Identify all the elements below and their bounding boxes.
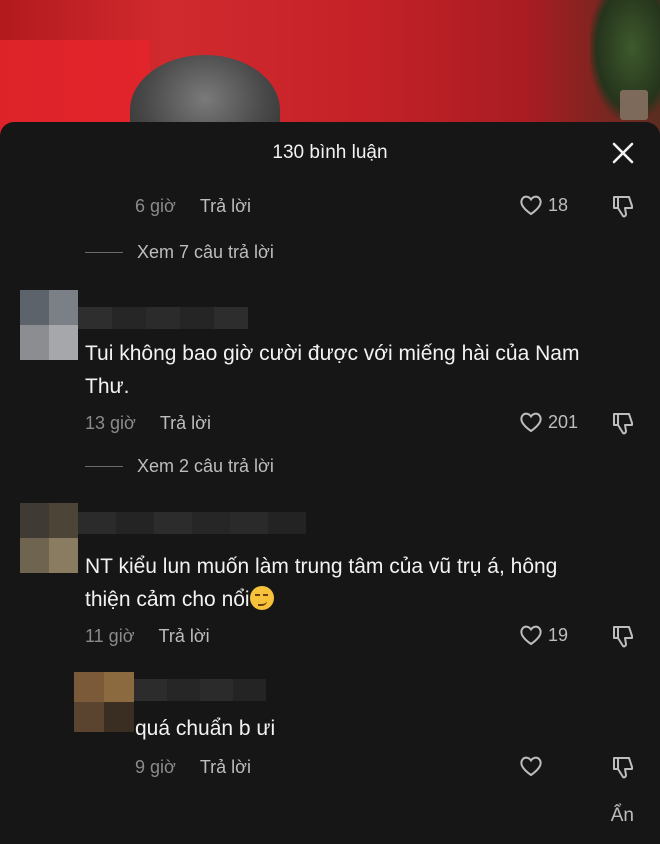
hide-replies-button[interactable]: Ẩn <box>611 805 634 827</box>
comment-line: Tui không bao giờ cười được với miếng hà… <box>85 342 580 365</box>
comment-time: 6 giờ <box>135 195 176 216</box>
divider-line <box>85 465 123 468</box>
view-replies-button[interactable]: Xem 2 câu trả lời <box>85 456 274 477</box>
like-count: 201 <box>548 411 579 432</box>
comment-text: NT kiểu lun muốn làm trung tâm của vũ tr… <box>85 550 557 616</box>
comments-sheet: 130 bình luận 6 giờ Trả lời 18 Xem 7 câu… <box>0 122 660 844</box>
comment-time: 9 giờ <box>135 756 176 777</box>
comment-meta: 6 giờ Trả lời <box>135 192 251 220</box>
view-replies-label: Xem 7 câu trả lời <box>137 242 274 262</box>
comment-time: 11 giờ <box>85 625 135 646</box>
reply-button[interactable]: Trả lời <box>160 413 211 434</box>
comment-line-text: thiện cảm cho nổi <box>85 588 250 611</box>
like-button[interactable] <box>518 754 544 778</box>
reply-button[interactable]: Trả lời <box>200 196 251 217</box>
heart-icon <box>520 195 542 216</box>
comment-meta: 11 giờ Trả lời <box>85 622 210 650</box>
comment-time: 13 giờ <box>85 412 136 433</box>
dislike-icon[interactable] <box>610 624 636 650</box>
heart-icon <box>520 412 542 433</box>
heart-icon <box>520 625 542 646</box>
dislike-icon[interactable] <box>610 411 636 437</box>
comment-count-title: 130 bình luận <box>272 142 388 163</box>
like-button[interactable]: 19 <box>518 623 568 647</box>
like-button[interactable]: 201 <box>518 410 578 434</box>
username-blurred[interactable] <box>78 512 306 534</box>
comment-line: NT kiểu lun muốn làm trung tâm của vũ tr… <box>85 555 558 578</box>
avatar[interactable] <box>74 672 134 732</box>
view-replies-button[interactable]: Xem 7 câu trả lời <box>85 242 274 263</box>
comment-text: Tui không bao giờ cười được với miếng hà… <box>85 337 579 403</box>
avatar[interactable] <box>20 503 78 573</box>
avatar[interactable] <box>20 290 78 360</box>
view-replies-label: Xem 2 câu trả lời <box>137 456 274 476</box>
dislike-icon[interactable] <box>610 755 636 781</box>
comment-meta: 9 giờ Trả lời <box>135 753 251 781</box>
comment-line: thiện cảm cho nổi <box>85 583 557 616</box>
username-blurred[interactable] <box>78 307 248 329</box>
comment-line: Thư. <box>85 375 130 398</box>
sheet-header: 130 bình luận <box>0 122 660 184</box>
close-icon[interactable] <box>610 140 636 166</box>
username-blurred[interactable] <box>134 679 266 701</box>
divider-line <box>85 251 123 254</box>
video-background <box>0 0 660 140</box>
reply-text: quá chuẩn b ưi <box>135 717 276 740</box>
smirk-emoji <box>249 586 274 610</box>
reply-button[interactable]: Trả lời <box>200 757 251 778</box>
reply-button[interactable]: Trả lời <box>159 626 210 647</box>
dislike-icon[interactable] <box>610 194 636 220</box>
plant-pot <box>620 90 648 120</box>
like-button[interactable]: 18 <box>518 193 568 217</box>
heart-icon <box>520 756 542 777</box>
like-count: 19 <box>548 624 569 645</box>
comment-meta: 13 giờ Trả lời <box>85 409 211 437</box>
like-count: 18 <box>548 194 569 215</box>
